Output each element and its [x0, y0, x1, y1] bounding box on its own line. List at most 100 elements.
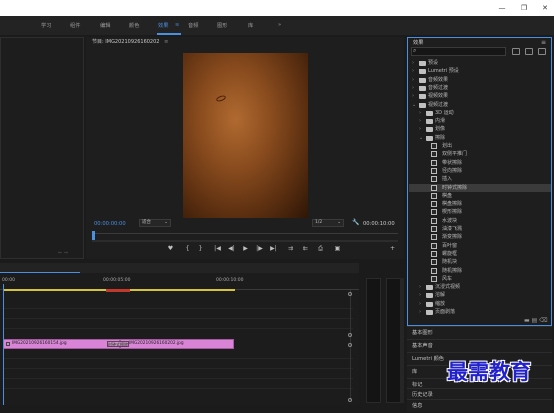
effects-tree-folder[interactable]: › 划像 — [409, 125, 551, 133]
chevron-right-icon[interactable]: › — [419, 300, 421, 308]
zoom-select[interactable]: 适合 ⌄ — [139, 219, 171, 227]
effects-tree-item[interactable]: 棋盘擦除 — [409, 200, 551, 208]
effects-search-input[interactable] — [411, 47, 506, 56]
chevron-right-icon[interactable]: › — [412, 67, 414, 75]
track-a2[interactable] — [3, 360, 353, 369]
chevron-right-icon[interactable]: › — [419, 109, 421, 117]
go-to-in-icon[interactable]: |◀ — [213, 245, 222, 253]
effects-tree-item[interactable]: 划出 — [409, 142, 551, 150]
chevron-right-icon[interactable]: › — [419, 125, 421, 133]
chevron-right-icon[interactable]: › — [419, 117, 421, 125]
effects-tree-item[interactable]: 楔形擦除 — [409, 208, 551, 216]
mark-in-icon[interactable]: { — [183, 245, 192, 253]
resolution-select[interactable]: 1/2 ⌄ — [312, 219, 344, 227]
effects-tree-folder[interactable]: › 视频效果 — [409, 92, 551, 100]
effects-tree-folder[interactable]: › 3D 运动 — [409, 109, 551, 117]
effects-tree-folder[interactable]: › 预设 — [409, 59, 551, 67]
effects-menu-icon[interactable]: ≡ — [541, 39, 546, 46]
effects-tree-item[interactable]: 随机擦除 — [409, 267, 551, 275]
extract-icon[interactable]: ⇇ — [301, 245, 310, 253]
step-forward-icon[interactable]: |▶ — [255, 245, 264, 253]
chevron-right-icon[interactable]: › — [419, 291, 421, 299]
timeline-clip[interactable]: IMG20210926160202.jpg — [120, 339, 234, 349]
effects-tree-folder[interactable]: ⌄ 视频过渡 — [409, 101, 551, 109]
add-button-icon[interactable]: + — [388, 245, 397, 253]
chevron-right-icon[interactable]: › — [419, 308, 421, 316]
lift-icon[interactable]: ⇉ — [286, 245, 295, 253]
go-to-out-icon[interactable]: ▶| — [269, 245, 278, 253]
scroll-handle-icon[interactable] — [348, 343, 352, 347]
minimize-button[interactable]: — — [497, 3, 507, 13]
track-v1-upper[interactable] — [3, 320, 353, 329]
track-v2[interactable] — [3, 310, 353, 319]
program-zoom-scrollbar[interactable] — [92, 240, 398, 242]
yuv-effects-icon[interactable] — [538, 48, 546, 55]
chevron-right-icon[interactable]: › — [419, 283, 421, 291]
workspace-tab-color[interactable]: 颜色 — [129, 22, 139, 29]
transition-clip[interactable]: 时钟式擦除 — [107, 341, 129, 347]
chevron-right-icon[interactable]: › — [412, 92, 414, 100]
chevron-right-icon[interactable]: › — [412, 84, 414, 92]
workspace-tab-assembly[interactable]: 组件 — [70, 22, 80, 29]
chevron-down-icon[interactable]: ⌄ — [412, 101, 416, 109]
workspace-tab-audio[interactable]: 音频 — [188, 22, 198, 29]
effects-tree-item[interactable]: 百叶窗 — [409, 242, 551, 250]
close-button[interactable]: ✕ — [540, 3, 550, 13]
workspace-tab-learn[interactable]: 学习 — [41, 22, 51, 29]
effects-tree-folder[interactable]: › 沉浸式视频 — [409, 283, 551, 291]
effects-footer-icons[interactable]: ▬ ▤ ⌫ — [524, 317, 548, 324]
effects-tree-item[interactable]: 双侧平推门 — [409, 150, 551, 158]
effects-tree-folder[interactable]: › 溶解 — [409, 291, 551, 299]
track-a3[interactable] — [3, 370, 353, 379]
workspace-tab-graphics[interactable]: 图形 — [217, 22, 227, 29]
scroll-handle-top-icon[interactable] — [348, 292, 352, 296]
effects-tree-folder[interactable]: › 页面剥落 — [409, 308, 551, 316]
effects-tree-folder[interactable]: › 缩放 — [409, 300, 551, 308]
play-icon[interactable]: ▶ — [241, 245, 250, 253]
wrench-icon[interactable]: 🔧 — [352, 219, 359, 226]
comparison-view-icon[interactable]: ▣ — [333, 245, 342, 253]
add-marker-icon[interactable]: ♥ — [166, 245, 175, 253]
effects-tree-item[interactable]: 时钟式擦除 — [409, 183, 551, 192]
effects-tree-item[interactable]: 随机块 — [409, 258, 551, 266]
effects-tree-folder[interactable]: › 音频效果 — [409, 76, 551, 84]
panel-tab-essential-sound[interactable]: 基本声音 — [407, 339, 552, 352]
effects-tree-item[interactable]: 径向擦除 — [409, 167, 551, 175]
mark-out-icon[interactable]: } — [196, 245, 205, 253]
panel-tab-essential-graphics[interactable]: 基本图形 — [407, 326, 552, 339]
program-playhead[interactable] — [92, 231, 95, 240]
track-v3[interactable] — [3, 300, 353, 309]
track-a4[interactable] — [3, 380, 353, 389]
effects-tree-item[interactable]: 渐变擦除 — [409, 233, 551, 241]
accelerated-effects-icon[interactable] — [512, 48, 520, 55]
restore-button[interactable]: ❐ — [519, 3, 529, 13]
step-back-icon[interactable]: ◀| — [227, 245, 236, 253]
effects-tree-folder[interactable]: › 音频过渡 — [409, 84, 551, 92]
effects-tree-item[interactable]: 插入 — [409, 175, 551, 183]
track-a1[interactable] — [3, 350, 353, 359]
effects-tree-folder[interactable]: › Lumetri 预设 — [409, 67, 551, 75]
effects-tree-item[interactable]: 风车 — [409, 275, 551, 283]
workspace-tab-library[interactable]: 库 — [248, 22, 253, 29]
timeline-playhead[interactable] — [3, 284, 4, 405]
effects-tree-item[interactable]: 水波块 — [409, 217, 551, 225]
timeline-clip[interactable]: IMG20210926160154.jpg — [3, 339, 120, 349]
effects-tree-item[interactable]: 棋盘 — [409, 192, 551, 200]
effects-tree-folder[interactable]: › 内滑 — [409, 117, 551, 125]
effects-tree-item[interactable]: 油漆飞溅 — [409, 225, 551, 233]
effects-tree-folder[interactable]: ⌄ 擦除 — [409, 134, 551, 142]
workspace-more-icon[interactable]: » — [278, 22, 281, 28]
export-frame-icon[interactable]: ⎙ — [316, 245, 325, 253]
workspace-tab-effects[interactable]: 效果 — [158, 22, 168, 29]
playhead-timecode[interactable]: 00:00:00:00 — [94, 221, 126, 227]
chevron-right-icon[interactable]: › — [412, 76, 414, 84]
scroll-handle-icon[interactable] — [348, 333, 352, 337]
32bit-effects-icon[interactable] — [525, 48, 533, 55]
effects-tree-item[interactable]: 带状擦除 — [409, 159, 551, 167]
workspace-tab-editing[interactable]: 编辑 — [100, 22, 110, 29]
program-time-ruler[interactable] — [92, 233, 398, 234]
workspace-tab-effects-menu-icon[interactable]: ≡ — [175, 22, 179, 28]
program-menu-icon[interactable]: ≡ — [164, 39, 168, 45]
chevron-down-icon[interactable]: ⌄ — [419, 134, 423, 142]
scroll-handle-bottom-icon[interactable] — [348, 398, 352, 402]
